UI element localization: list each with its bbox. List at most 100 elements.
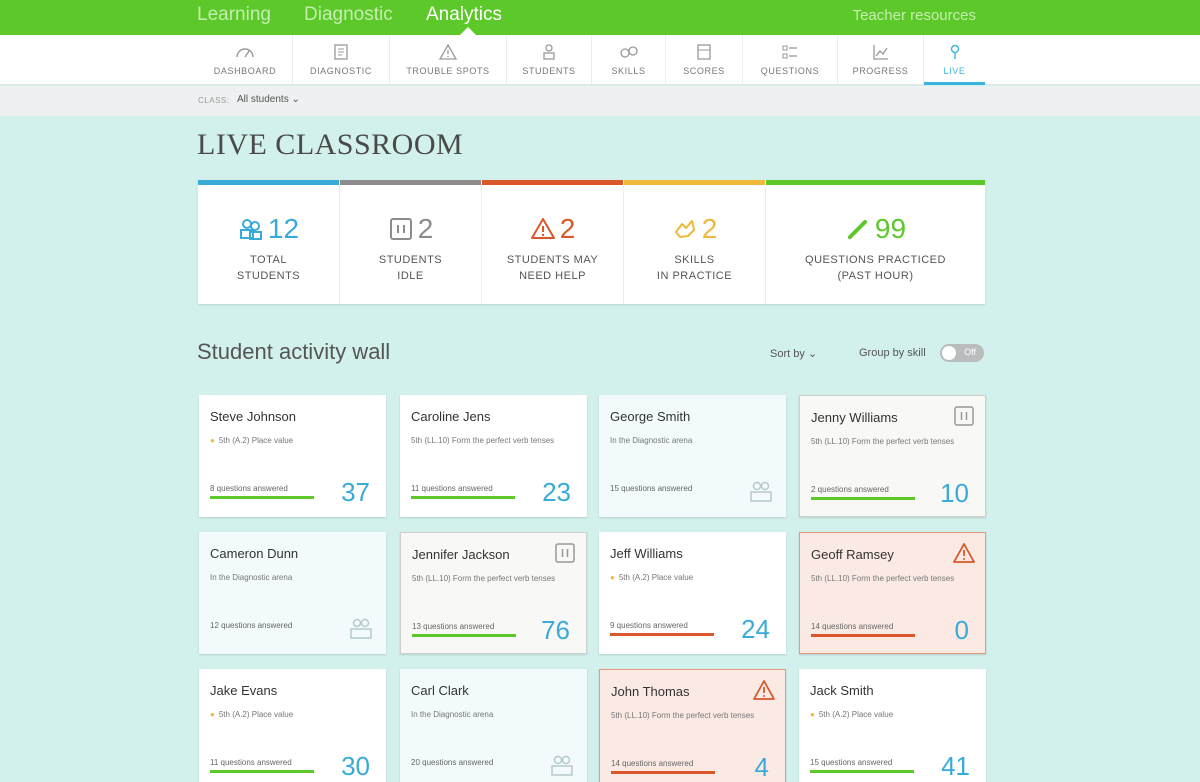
student-card[interactable]: Jack Smith ● 5th (A.2) Place value 15 quest… (799, 669, 986, 782)
stat-number: 2 (701, 213, 718, 244)
tab-skills[interactable]: SKILLS (592, 35, 666, 85)
student-card[interactable]: Geoff Ramsey 5th (LL.10) Form the perfect… (799, 532, 986, 654)
questions-icon (782, 45, 797, 59)
stats-panel: 12 TOTAL STUDENTS 2 STUDENTS IDLE 2 STUDEN… (198, 180, 985, 304)
student-activity-text: In the Diagnostic arena (411, 710, 494, 719)
skills-icon (674, 220, 695, 238)
student-name: Jake Evans (210, 683, 278, 698)
student-name: Jack Smith (810, 683, 874, 698)
scores-icon (697, 44, 711, 60)
score-underline (810, 770, 914, 773)
tab-scores[interactable]: SCORES (666, 35, 743, 85)
stat-label-line2: IDLE (397, 270, 424, 282)
student-card[interactable]: Steve Johnson ● 5th (A.2) Place value 8 que… (199, 395, 386, 517)
class-filter-dropdown[interactable]: All students ⌄ (237, 94, 300, 105)
smartscore: 23 (542, 477, 571, 507)
active-nav-caret (460, 27, 476, 35)
tab-label: TROUBLE SPOTS (406, 66, 490, 76)
student-name: Carl Clark (411, 683, 469, 698)
student-card[interactable]: Jake Evans ● 5th (A.2) Place value 11 quest… (199, 669, 386, 782)
stat-label-line2: IN PRACTICE (656, 270, 733, 282)
tab-students[interactable]: STUDENTS (507, 35, 592, 85)
skills-icon (619, 46, 638, 58)
warning-icon (753, 680, 775, 700)
score-underline (811, 634, 915, 637)
student-name: George Smith (610, 409, 691, 424)
score-underline (411, 496, 515, 499)
stat-label-line1: TOTAL (250, 254, 287, 266)
tab-questions[interactable]: QUESTIONS (743, 35, 838, 85)
stat-color-bar (198, 180, 339, 185)
diagnostic-icon (334, 44, 348, 60)
questions-answered: 2 questions answered (811, 485, 889, 494)
student-card[interactable]: John Thomas 5th (LL.10) Form the perfect … (599, 669, 786, 782)
tab-dashboard[interactable]: DASHBOARD (198, 35, 293, 85)
stat-label-line1: STUDENTS MAY (506, 254, 599, 266)
class-filter-label: CLASS: (198, 96, 230, 105)
stat-questions-practiced: 99 QUESTIONS PRACTICED (PAST HOUR) (766, 180, 985, 304)
questions-answered: 15 questions answered (810, 758, 893, 767)
student-name: Jenny Williams (811, 410, 898, 425)
warning-icon (953, 543, 975, 563)
stat-number: 99 (874, 213, 907, 244)
student-activity: 5th (LL.10) Form the perfect verb tenses (412, 573, 562, 585)
student-activity: In the Diagnostic arena (210, 572, 360, 584)
stat-need-help: 2 STUDENTS MAY NEED HELP (482, 180, 624, 304)
smartscore: 4 (754, 752, 769, 782)
student-card[interactable]: Jennifer Jackson 5th (LL.10) Form the per… (400, 532, 587, 654)
toggle-state-label: Off (964, 347, 976, 357)
student-card[interactable]: Caroline Jens 5th (LL.10) Form the perfec… (400, 395, 587, 517)
tab-live[interactable]: LIVE (924, 35, 985, 85)
diagnostic-arena-icon (750, 481, 772, 502)
class-filter-bar: CLASS: All students ⌄ (0, 86, 1200, 116)
student-activity-text: 5th (LL.10) Form the perfect verb tenses (412, 574, 556, 583)
group-by-skill-toggle[interactable]: Off (940, 344, 984, 362)
live-pin-icon (950, 44, 959, 59)
tab-diagnostic[interactable]: DIAGNOSTIC (293, 35, 390, 85)
tab-label: DASHBOARD (213, 66, 277, 76)
student-name: Cameron Dunn (210, 546, 299, 561)
smartscore: 10 (940, 478, 969, 508)
questions-answered: 14 questions answered (811, 622, 894, 631)
student-card[interactable]: Carl Clark In the Diagnostic arena 20 ques… (400, 669, 587, 782)
tab-label: LIVE (943, 66, 966, 76)
sort-by-dropdown[interactable]: Sort by ⌄ (770, 347, 817, 360)
student-activity-text: 5th (LL.10) Form the perfect verb tenses (811, 437, 955, 446)
score-underline (412, 634, 516, 637)
student-card[interactable]: Jeff Williams ● 5th (A.2) Place value 9 que… (599, 532, 786, 654)
smartscore: 0 (954, 615, 969, 645)
questions-answered: 14 questions answered (611, 759, 694, 768)
student-activity: ● 5th (A.2) Place value (210, 435, 360, 447)
tab-trouble-spots[interactable]: TROUBLE SPOTS (390, 35, 507, 85)
nav-analytics[interactable]: Analytics (426, 4, 502, 26)
analytics-tab-bar: DASHBOARD DIAGNOSTIC TROUBLE SPOTS STUDE… (0, 35, 1200, 85)
questions-answered: 12 questions answered (210, 621, 293, 630)
smartscore: 41 (941, 751, 970, 781)
pause-icon (389, 218, 412, 240)
activity-wall-title: Student activity wall (197, 339, 391, 364)
teacher-resources-link[interactable]: Teacher resources (853, 7, 976, 24)
tab-label: STUDENTS (522, 66, 576, 76)
nav-learning[interactable]: Learning (197, 4, 271, 26)
stat-students-idle: 2 STUDENTS IDLE (340, 180, 482, 304)
student-name: Steve Johnson (210, 409, 297, 424)
questions-answered: 11 questions answered (210, 758, 292, 767)
student-card[interactable]: Jenny Williams 5th (LL.10) Form the perfe… (799, 395, 986, 517)
student-activity: ● 5th (A.2) Place value (210, 709, 360, 721)
student-activity: ● 5th (A.2) Place value (810, 709, 960, 721)
pause-icon (954, 406, 974, 426)
nav-diagnostic[interactable]: Diagnostic (304, 4, 393, 26)
student-activity-text: 5th (A.2) Place value (218, 436, 294, 445)
stat-number: 2 (559, 213, 576, 244)
stat-label-line1: QUESTIONS PRACTICED (805, 254, 946, 266)
student-activity: In the Diagnostic arena (411, 709, 561, 721)
student-card[interactable]: George Smith In the Diagnostic arena 15 qu… (599, 395, 786, 517)
student-name: Jeff Williams (610, 546, 683, 561)
students-icon (239, 219, 262, 240)
tab-label: QUESTIONS (760, 66, 820, 76)
score-underline (811, 497, 915, 500)
student-activity-text: 5th (A.2) Place value (618, 573, 694, 582)
student-card[interactable]: Cameron Dunn In the Diagnostic arena 12 qu… (199, 532, 386, 654)
student-activity-text: 5th (LL.10) Form the perfect verb tenses (811, 574, 955, 583)
tab-progress[interactable]: PROGRESS (838, 35, 924, 85)
